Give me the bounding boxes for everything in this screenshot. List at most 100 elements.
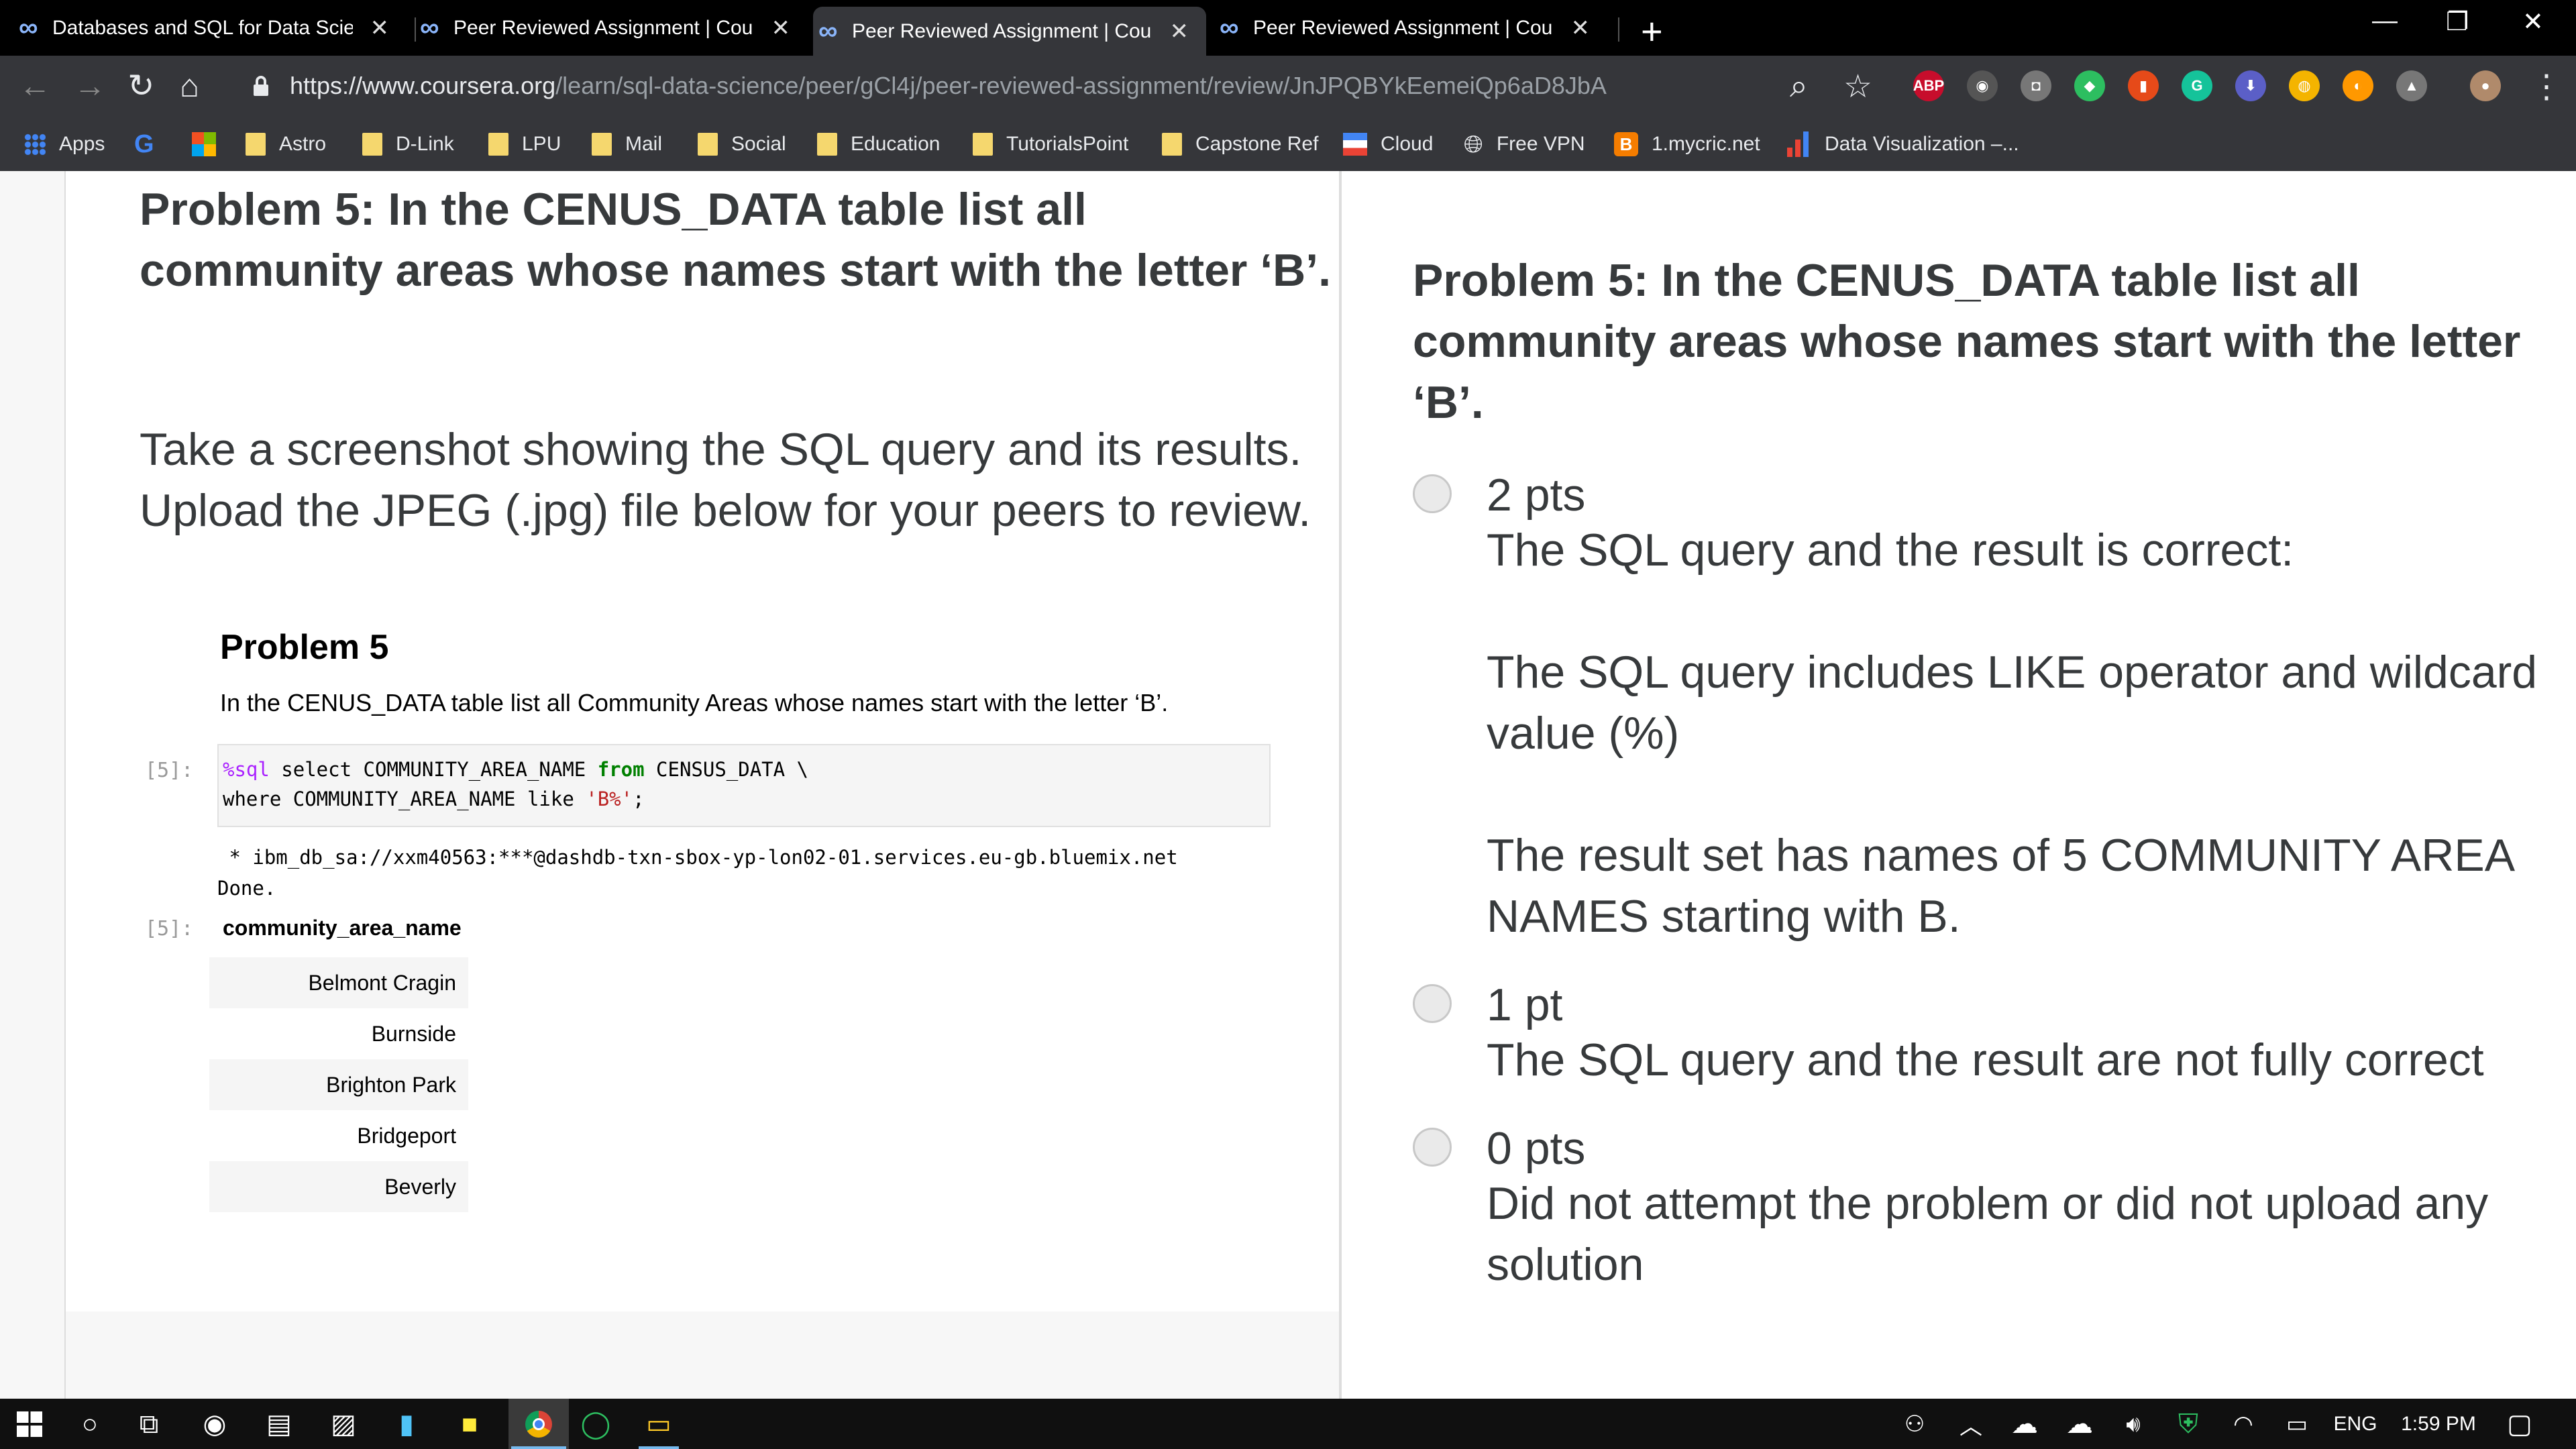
colorpick-icon[interactable]: ◍ <box>2289 70 2320 101</box>
language-indicator[interactable]: ENG <box>2325 1407 2385 1442</box>
code-text: CENSUS_DATA \ <box>644 758 808 781</box>
notifications-icon[interactable]: ▢ <box>2502 1407 2537 1442</box>
browser-toolbar: ← → ↻ ⌂ https://www.coursera.org/learn/s… <box>0 56 2576 117</box>
wifi-icon[interactable]: ◠ <box>2226 1407 2261 1442</box>
bookmark-mycric[interactable]: B 1.mycric.net <box>1614 127 1760 162</box>
download-icon[interactable]: ⬇ <box>2235 70 2266 101</box>
bookmark-microsoft[interactable] <box>192 127 216 162</box>
points-label: 2 pts <box>1487 470 1586 521</box>
bookmark-tutorialspoint[interactable]: TutorialsPoint <box>973 127 1128 162</box>
close-window-button[interactable]: ✕ <box>2522 7 2544 37</box>
coursera-icon: ∞ <box>19 13 38 42</box>
camera-icon[interactable]: ◘ <box>2021 70 2051 101</box>
file-explorer-icon[interactable]: ▭ <box>641 1407 676 1442</box>
tab-peer-review-active[interactable]: ∞ Peer Reviewed Assignment | Cou ✕ <box>813 7 1206 56</box>
radio-0pts[interactable] <box>1413 1128 1452 1167</box>
chevron-up-icon[interactable]: ︿ <box>1953 1407 1988 1442</box>
menu-icon[interactable]: ⋮ <box>2530 68 2563 105</box>
battery-icon[interactable]: ▭ <box>2279 1407 2314 1442</box>
close-tab-icon[interactable]: ✕ <box>1571 15 1591 42</box>
table-row: Brighton Park <box>209 1059 468 1110</box>
bookmark-capstone-ref[interactable]: Capstone Ref <box>1162 127 1318 162</box>
bookmark-label: TutorialsPoint <box>1006 133 1129 155</box>
blogger-icon: B <box>1614 132 1638 156</box>
chart-icon <box>1787 131 1811 157</box>
rubric-description: The SQL query and the result are not ful… <box>1487 1030 2560 1091</box>
folder-icon <box>698 133 718 156</box>
folder-icon <box>817 133 837 156</box>
bookmark-mail[interactable]: Mail <box>592 127 662 162</box>
forward-button[interactable]: → <box>74 68 106 105</box>
pane-divider <box>1340 171 1342 1399</box>
bookmark-lpu[interactable]: LPU <box>488 127 561 162</box>
close-tab-icon[interactable]: ✕ <box>370 15 390 42</box>
bookmark-data-visualization[interactable]: Data Visualization –... <box>1787 127 2019 162</box>
shield-icon[interactable]: ⛨ <box>2171 1407 2206 1442</box>
close-tab-icon[interactable]: ✕ <box>771 15 791 42</box>
home-button[interactable]: ⌂ <box>180 68 199 105</box>
lock-icon[interactable] <box>254 76 268 96</box>
close-tab-icon[interactable]: ✕ <box>1170 18 1189 45</box>
bookmark-star-icon[interactable]: ☆ <box>1843 68 1872 105</box>
folder-icon <box>973 133 993 156</box>
bookmarks-bar: Apps G Astro D-Link LPU Mail Social Educ… <box>0 117 2576 171</box>
clock[interactable]: 1:59 PM <box>2395 1407 2482 1442</box>
bookmark-astro[interactable]: Astro <box>246 127 326 162</box>
description-line: Did not attempt the problem or did not u… <box>1487 1178 2489 1290</box>
left-gutter <box>0 171 64 1399</box>
cloud-bookmark-icon <box>1343 133 1367 156</box>
bookmark-apps[interactable]: Apps <box>24 127 105 162</box>
photos-icon[interactable]: ▨ <box>326 1407 361 1442</box>
back-button[interactable]: ← <box>19 68 51 105</box>
moon-icon[interactable]: ◐ <box>2343 70 2373 101</box>
search-icon[interactable]: ○ <box>72 1407 107 1442</box>
adblock-plus-icon[interactable]: ABP <box>1913 70 1944 101</box>
bookmark-label: Cloud <box>1381 133 1434 155</box>
new-tab-button[interactable]: + <box>1641 9 1663 53</box>
radio-2pts[interactable] <box>1413 474 1452 513</box>
bookmark-free-vpn[interactable]: 🌐︎ Free VPN <box>1464 127 1585 162</box>
tab-peer-review-3[interactable]: ∞ Peer Reviewed Assignment | Cou ✕ <box>1214 5 1607 50</box>
upload-cloud-icon[interactable]: ☁ <box>2062 1407 2097 1442</box>
speed-icon[interactable]: ◉ <box>1967 70 1998 101</box>
tab-title: Peer Reviewed Assignment | Cou <box>1253 16 1553 39</box>
open-app-indicator <box>639 1446 679 1449</box>
grammarly-icon[interactable]: G <box>2182 70 2212 101</box>
chrome-icon[interactable] <box>517 1407 561 1442</box>
bookmark-label: Mail <box>625 133 663 155</box>
minimize-button[interactable]: — <box>2372 7 2398 36</box>
task-view-icon[interactable]: ⧉ <box>131 1407 166 1442</box>
loading-app-icon[interactable]: ◯ <box>578 1407 613 1442</box>
folder-icon <box>362 133 382 156</box>
volume-icon[interactable]: 🔊︎ <box>2116 1407 2151 1442</box>
sticky-notes-icon[interactable]: ■ <box>452 1407 487 1442</box>
radio-1pt[interactable] <box>1413 984 1452 1023</box>
media-icon[interactable]: ◉ <box>197 1407 232 1442</box>
drive-icon[interactable]: ▲ <box>2396 70 2427 101</box>
profile-avatar[interactable]: ● <box>2470 70 2501 101</box>
zoom-icon[interactable]: ⌕ <box>1790 68 1808 105</box>
tab-peer-review-1[interactable]: ∞ Peer Reviewed Assignment | Cou ✕ <box>415 5 808 50</box>
folder-icon <box>1162 133 1182 156</box>
evernote-icon[interactable]: ◆ <box>2074 70 2105 101</box>
submission-pane-footer <box>64 1311 1340 1399</box>
bookmark-education[interactable]: Education <box>817 127 940 162</box>
address-bar[interactable]: https://www.coursera.org/learn/sql-data-… <box>290 72 1607 100</box>
submission-screenshot[interactable]: Problem 5 In the CENUS_DATA table list a… <box>145 627 1271 1298</box>
bookmark-dlink[interactable]: D-Link <box>362 127 454 162</box>
tab-databases-sql[interactable]: ∞ Databases and SQL for Data Scie ✕ <box>13 5 407 50</box>
bookmark-label: LPU <box>522 133 561 155</box>
bookmark-label: Education <box>851 133 941 155</box>
bookmark-cloud[interactable]: Cloud <box>1343 127 1433 162</box>
restore-button[interactable]: ❐ <box>2446 7 2469 37</box>
bookmark-google[interactable]: G <box>134 127 168 162</box>
reload-button[interactable]: ↻ <box>127 68 154 105</box>
bookmark-social[interactable]: Social <box>698 127 786 162</box>
url-path: /learn/sql-data-science/peer/gCl4j/peer-… <box>555 72 1607 99</box>
onedrive-icon[interactable]: ☁ <box>2007 1407 2042 1442</box>
people-icon[interactable]: ⚇ <box>1897 1407 1932 1442</box>
phone-icon[interactable]: ▮ <box>389 1407 424 1442</box>
video-editor-icon[interactable]: ▤ <box>262 1407 297 1442</box>
windows-start-icon[interactable] <box>12 1407 47 1442</box>
office-icon[interactable]: ▮ <box>2128 70 2159 101</box>
